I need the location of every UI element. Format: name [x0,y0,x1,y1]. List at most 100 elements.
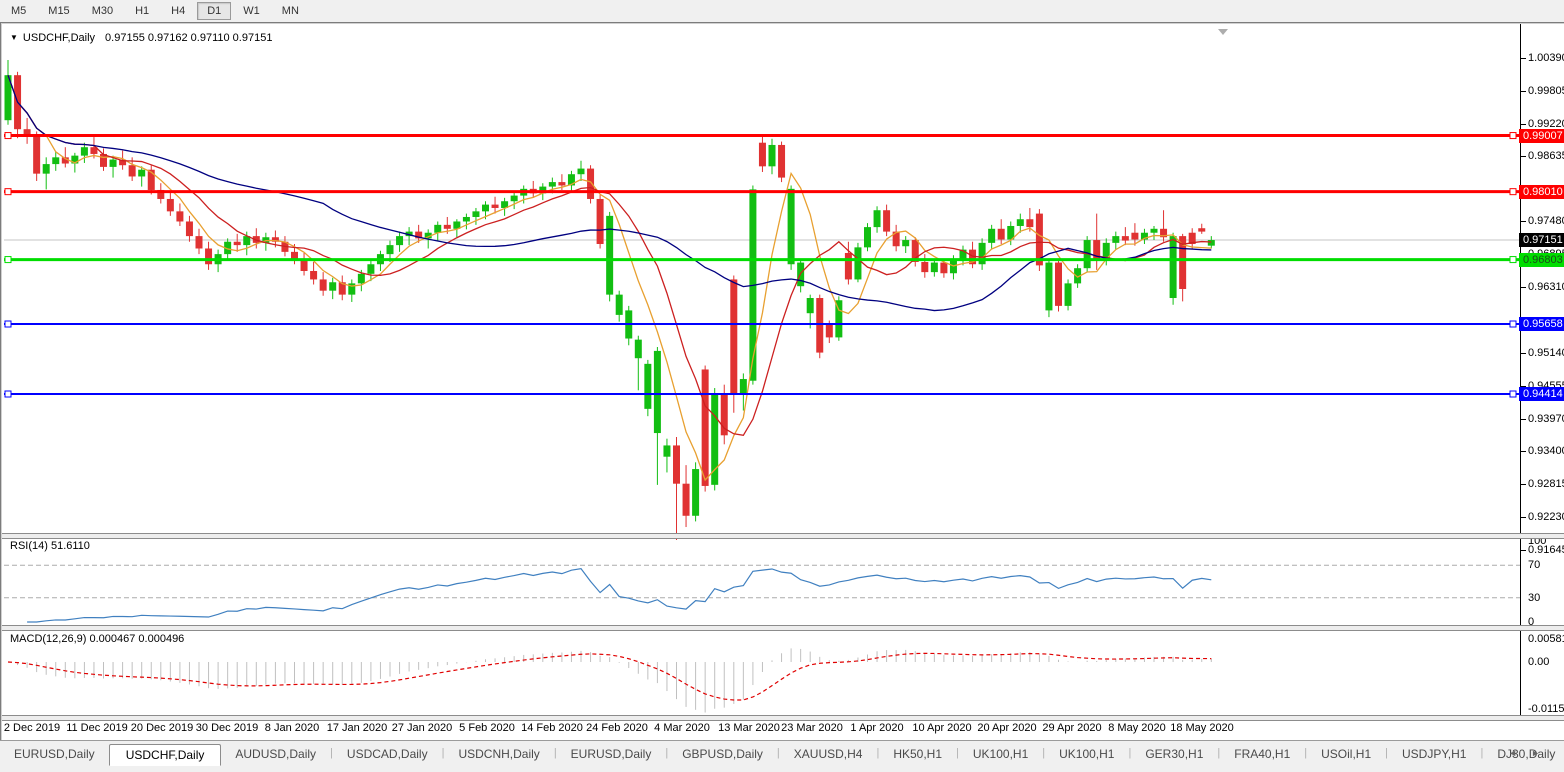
axis-tick-mark [1521,451,1526,452]
candle-body [998,229,1005,240]
candle-body [558,182,565,185]
date-axis-label: 30 Dec 2019 [196,722,258,734]
chart-tab-usdjpy-h1[interactable]: USDJPY,H1 [1388,744,1480,764]
rsi-panel-label: RSI(14) 51.6110 [10,540,90,552]
symbol-dropdown-icon[interactable]: ▼ [10,33,18,42]
candle-body [1093,240,1100,261]
chart-tab-audusd-daily[interactable]: AUDUSD,Daily [221,744,330,764]
timeframe-button-d1[interactable]: D1 [197,2,231,20]
price-tick-label: 0.99805 [1528,85,1564,97]
candle-body [167,199,174,211]
candle-body [367,264,374,274]
candle-body [740,379,747,394]
chart-window[interactable]: ▼USDCHF,Daily0.97155 0.97162 0.97110 0.9… [0,22,1564,742]
date-axis-label: 13 Mar 2020 [718,722,780,734]
axis-tick-mark [1521,91,1526,92]
date-axis-label: 20 Apr 2020 [977,722,1036,734]
panel-splitter-main-rsi[interactable] [2,533,1564,539]
macd-axis-label: -0.011514 [1528,703,1564,715]
macd-axis-label: 0.00 [1528,656,1549,668]
level-line-handle[interactable] [1510,133,1516,139]
timeframe-button-h4[interactable]: H4 [161,2,195,20]
candle-body [654,351,661,433]
chart-tab-eurusd-daily[interactable]: EURUSD,Daily [557,744,666,764]
date-axis-label: 1 Apr 2020 [850,722,903,734]
candle-body [644,364,651,409]
timeframe-button-m5[interactable]: M5 [1,2,36,20]
chart-tab-usoil-h1[interactable]: USOil,H1 [1307,744,1385,764]
panel-splitter-rsi-macd[interactable] [2,625,1564,631]
axis-tick-mark [1521,124,1526,125]
level-line-handle[interactable] [1510,257,1516,263]
candle-body [883,210,890,231]
candle-body [845,253,852,279]
candle-body [1208,240,1215,246]
price-tick-label: 0.96310 [1528,281,1564,293]
candle-body [301,260,308,271]
level-line-handle[interactable] [1510,321,1516,327]
chart-tab-xauusd-h4[interactable]: XAUUSD,H4 [780,744,877,764]
candle-body [902,240,909,246]
timeframe-button-h1[interactable]: H1 [125,2,159,20]
chart-tab-gbpusd-daily[interactable]: GBPUSD,Daily [668,744,777,764]
candle-body [730,279,737,394]
axis-tick-mark [1521,419,1526,420]
candle-body [1026,219,1033,227]
candle-body [663,445,670,456]
candle-body [196,236,203,248]
chart-tab-usdcad-daily[interactable]: USDCAD,Daily [333,744,442,764]
current-price-tag: 0.97151 [1519,233,1564,247]
level-line-handle[interactable] [1510,189,1516,195]
candle-body [816,298,823,353]
candle-body [176,211,183,221]
chart-bottom-border [2,715,1564,721]
level-line-handle[interactable] [5,133,11,139]
candle-body [578,169,585,175]
candle-body [549,182,556,187]
price-tick-label: 0.93970 [1528,413,1564,425]
timeframe-toolbar: M5M15M30H1H4D1W1MN [0,0,1564,23]
timeframe-button-m15[interactable]: M15 [38,2,79,20]
level-line-handle[interactable] [5,189,11,195]
candle-body [616,295,623,315]
chart-tab-hk50-h1[interactable]: HK50,H1 [879,744,956,764]
candle-body [52,157,59,164]
chart-tab-usdcnh-daily[interactable]: USDCNH,Daily [444,744,553,764]
timeframe-button-w1[interactable]: W1 [233,2,270,20]
level-line-handle[interactable] [5,257,11,263]
candle-body [635,340,642,359]
candle-body [234,242,241,245]
chart-tab-ger30-h1[interactable]: GER30,H1 [1131,744,1217,764]
mt4-terminal: { "toolbar": { "buttons": ["M5","M15","M… [0,0,1564,768]
level-line-handle[interactable] [5,391,11,397]
tab-scroll-right-icon[interactable]: ► [1531,748,1554,758]
timeframe-button-m30[interactable]: M30 [82,2,123,20]
date-axis-label: 10 Apr 2020 [912,722,971,734]
axis-tick-mark [1521,517,1526,518]
candle-body [463,217,470,222]
candle-body [759,143,766,167]
level-line-handle[interactable] [5,321,11,327]
candle-body [310,271,317,279]
chart-title: ▼USDCHF,Daily0.97155 0.97162 0.97110 0.9… [10,32,272,44]
rsi-line [27,569,1211,622]
candle-body [110,160,117,167]
tab-scroll-arrows[interactable]: ◄► [1508,748,1554,758]
chart-ohlc-values: 0.97155 0.97162 0.97110 0.97151 [105,32,272,44]
chart-tab-uk100-h1[interactable]: UK100,H1 [959,744,1042,764]
candle-body [1131,233,1138,240]
date-axis-label: 18 May 2020 [1170,722,1234,734]
level-price-tag: 0.98010 [1519,185,1564,199]
timeframe-button-mn[interactable]: MN [272,2,309,20]
price-tick-label: 1.00390 [1528,52,1564,64]
level-line-handle[interactable] [1510,391,1516,397]
candle-body [434,225,441,233]
chart-tab-usdchf-daily[interactable]: USDCHF,Daily [109,744,222,766]
chart-tab-eurusd-daily[interactable]: EURUSD,Daily [0,744,109,764]
tab-scroll-left-icon[interactable]: ◄ [1508,748,1531,758]
candle-body [778,145,785,178]
chart-tab-uk100-h1[interactable]: UK100,H1 [1045,744,1128,764]
price-tick-label: 0.92230 [1528,511,1564,523]
candle-body [43,164,50,174]
chart-tab-fra40-h1[interactable]: FRA40,H1 [1220,744,1304,764]
